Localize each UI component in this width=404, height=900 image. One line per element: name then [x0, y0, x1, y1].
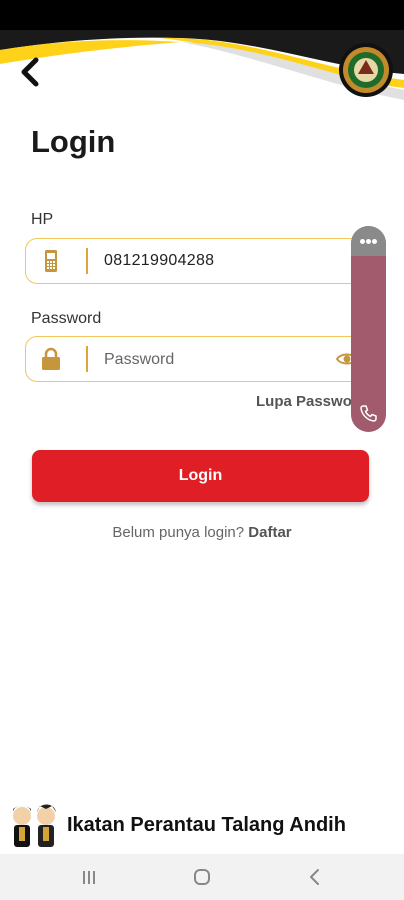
phone-value[interactable]: 081219904288 [104, 252, 214, 270]
system-back-icon[interactable] [300, 866, 330, 888]
organization-emblem [339, 43, 393, 97]
more-dots-icon[interactable] [351, 226, 386, 256]
lock-icon [42, 347, 60, 370]
organization-name: Ikatan Perantau Talang Andih [67, 814, 346, 836]
field-divider [86, 248, 88, 274]
back-arrow-icon [21, 57, 39, 87]
floating-contact-panel[interactable] [351, 226, 386, 432]
login-button[interactable]: Login [32, 450, 369, 502]
back-button[interactable] [14, 54, 50, 90]
phone-label: HP [31, 211, 54, 228]
field-divider [86, 346, 88, 372]
recent-apps-icon[interactable] [74, 866, 104, 888]
mascot-logo [13, 804, 56, 847]
home-icon[interactable] [187, 866, 217, 888]
status-bar [0, 0, 404, 34]
page-title: Login [31, 124, 116, 159]
system-navigation-bar [0, 854, 404, 900]
password-label: Password [31, 310, 102, 327]
register-prompt-text: Belum punya login? [112, 524, 245, 541]
mobile-phone-icon [45, 250, 57, 272]
register-link[interactable]: Daftar [248, 524, 291, 541]
register-prompt: Belum punya login? Daftar [0, 524, 404, 541]
phone-call-icon[interactable] [360, 404, 378, 422]
phone-field[interactable]: 081219904288 [25, 238, 381, 284]
password-field[interactable] [25, 336, 381, 382]
password-input[interactable] [102, 345, 346, 375]
